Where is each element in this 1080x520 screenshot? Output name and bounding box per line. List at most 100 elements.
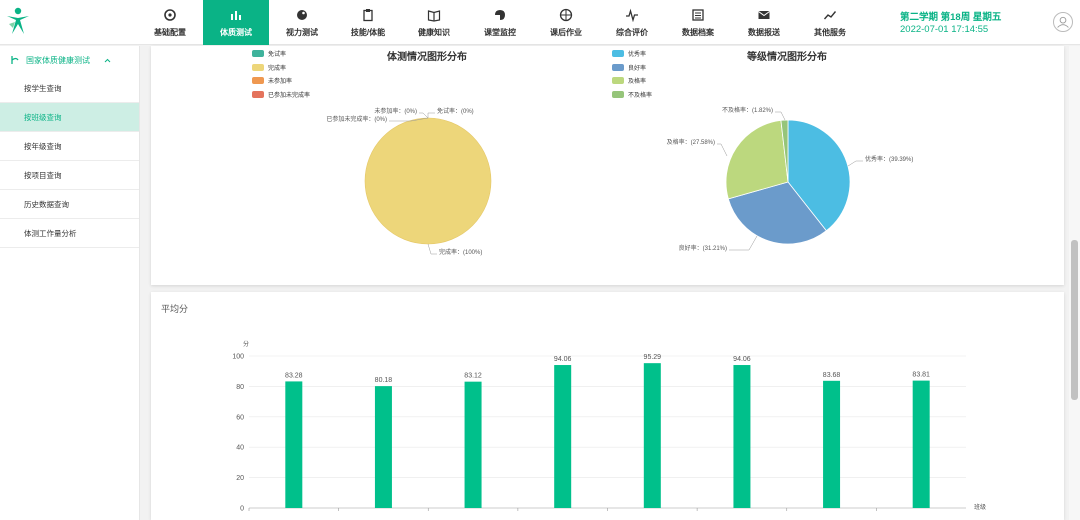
- pie-label-leader: [847, 160, 863, 167]
- sidebar-item-1[interactable]: 按班级查询: [0, 103, 139, 132]
- pie-data-label: 及格率：(27.58%): [667, 138, 715, 146]
- scrollbar-thumb[interactable]: [1071, 240, 1078, 400]
- sidebar-item-label: 历史数据查询: [24, 199, 69, 209]
- pie-data-label: 已参加未完成率：(0%): [326, 115, 387, 123]
- nav-item-4[interactable]: 健康知识: [401, 0, 467, 45]
- sidebar-item-0[interactable]: 按学生查询: [0, 74, 139, 103]
- pulse-icon: [625, 8, 639, 22]
- ball-icon: [559, 8, 573, 22]
- bar-value-label: 94.06: [733, 356, 751, 363]
- mail-icon: [757, 8, 771, 22]
- pie-slice[interactable]: [364, 117, 492, 245]
- y-tick-label: 0: [240, 506, 244, 513]
- nav-item-10[interactable]: 其他服务: [797, 0, 863, 45]
- nav-item-label: 数据档案: [682, 27, 714, 37]
- brand-logo: [7, 7, 29, 34]
- bar[interactable]: [643, 363, 661, 508]
- eye-icon: [295, 8, 309, 22]
- pie-label-leader: [427, 243, 437, 255]
- main-nav: 基础配置 体质测试 视力测试 技能/体能 健康知识 课堂监控 课后作业 综合评价 数据档案 数据报…: [137, 0, 863, 45]
- nav-item-label: 视力测试: [286, 27, 318, 37]
- sidebar-item-2[interactable]: 按年级查询: [0, 132, 139, 161]
- sidebar: 国家体质健康测试 按学生查询按班级查询按年级查询按项目查询历史数据查询 体测工作量…: [0, 46, 140, 520]
- datetime-display: 2022-07-01 17:14:55: [900, 24, 989, 35]
- bar[interactable]: [554, 365, 572, 508]
- bar[interactable]: [374, 386, 392, 508]
- sidebar-item-label: 按班级查询: [24, 112, 62, 122]
- trend-icon: [823, 8, 837, 22]
- y-tick-label: 60: [236, 414, 244, 421]
- clipboard-icon: [361, 8, 375, 22]
- nav-item-label: 其他服务: [814, 27, 846, 37]
- sidebar-section-label: 国家体质健康测试: [26, 55, 90, 65]
- bar-value-label: 95.29: [644, 354, 662, 361]
- y-tick-label: 20: [236, 475, 244, 482]
- pie-data-label: 优秀率：(39.39%): [865, 155, 913, 163]
- pie-data-label: 免试率：(0%): [437, 107, 474, 115]
- sidebar-item-3[interactable]: 按项目查询: [0, 161, 139, 190]
- y-tick-label: 40: [236, 445, 244, 452]
- page-scrollbar[interactable]: [1069, 46, 1080, 520]
- bar[interactable]: [823, 380, 841, 508]
- bar-value-label: 83.28: [285, 372, 303, 379]
- bar-chart-icon: [229, 8, 243, 22]
- y-tick-label: 80: [236, 384, 244, 391]
- sidebar-item-label: 按学生查询: [24, 83, 62, 93]
- bar[interactable]: [464, 381, 482, 508]
- archive-icon: [691, 8, 705, 22]
- distribution-panel: 体测情况图形分布 等级情况图形分布 免试率 完成率 未参加率 已参加未完成率 优秀率良…: [151, 46, 1064, 285]
- nav-item-label: 技能/体能: [350, 27, 386, 37]
- nav-item-label: 课堂监控: [484, 27, 516, 37]
- average-score-panel: 平均分 0 20 40 60 80 100 分班级 83.28 80.18 83.12 94.06 9…: [151, 292, 1064, 520]
- monitor-icon: [493, 8, 507, 22]
- nav-item-9[interactable]: 数据报送: [731, 0, 797, 45]
- sidebar-item-label: 体测工作量分析: [24, 228, 77, 238]
- nav-item-label: 健康知识: [418, 27, 450, 37]
- gear-icon: [163, 8, 177, 22]
- nav-item-1[interactable]: 体质测试: [203, 0, 269, 45]
- nav-item-label: 综合评价: [616, 27, 648, 37]
- sidebar-item-label: 按年级查询: [24, 141, 62, 151]
- nav-item-5[interactable]: 课堂监控: [467, 0, 533, 45]
- bar-value-label: 83.68: [823, 372, 841, 379]
- bar-value-label: 83.12: [464, 373, 482, 380]
- pie-data-label: 未参加率：(0%): [374, 107, 417, 115]
- bar-value-label: 94.06: [554, 356, 572, 363]
- nav-item-6[interactable]: 课后作业: [533, 0, 599, 45]
- pie-label-leader: [427, 112, 435, 118]
- pie-label-leader: [419, 112, 429, 119]
- y-axis-label: 分: [243, 340, 249, 348]
- nav-item-2[interactable]: 视力测试: [269, 0, 335, 45]
- pie-label-leader: [717, 143, 728, 157]
- nav-item-3[interactable]: 技能/体能: [335, 0, 401, 45]
- bar[interactable]: [912, 380, 930, 508]
- book-icon: [427, 8, 441, 22]
- top-navigation-bar: 基础配置 体质测试 视力测试 技能/体能 健康知识 课堂监控 课后作业 综合评价 数据档案 数据报…: [0, 0, 1080, 45]
- user-avatar-icon[interactable]: [1053, 12, 1073, 32]
- sidebar-item-5[interactable]: 体测工作量分析: [0, 219, 139, 248]
- pie-label-leader: [775, 111, 786, 121]
- nav-item-label: 数据报送: [748, 27, 780, 37]
- bar-value-label: 83.81: [912, 372, 930, 379]
- nav-item-8[interactable]: 数据档案: [665, 0, 731, 45]
- sidebar-item-4[interactable]: 历史数据查询: [0, 190, 139, 219]
- bar-value-label: 80.18: [375, 377, 393, 384]
- nav-item-7[interactable]: 综合评价: [599, 0, 665, 45]
- runner-icon: [11, 56, 19, 64]
- nav-item-label: 基础配置: [154, 27, 186, 37]
- x-axis-label: 班级: [974, 503, 986, 511]
- nav-item-label: 课后作业: [550, 27, 582, 37]
- bar[interactable]: [733, 365, 751, 508]
- bar[interactable]: [285, 381, 303, 508]
- nav-item-0[interactable]: 基础配置: [137, 0, 203, 45]
- term-week-display: 第二学期 第18周 星期五: [900, 12, 1002, 23]
- nav-item-label: 体质测试: [220, 27, 252, 37]
- pie-charts: 免试率：(0%) 未参加率：(0%)已参加未完成率：(0%) 完成率：(100%) 优…: [326, 106, 913, 256]
- pie-data-label: 完成率：(100%): [439, 248, 482, 256]
- average-score-bar-chart: 0 20 40 60 80 100 分班级 83.28 80.18 83.12 94.06 95.29…: [232, 340, 986, 513]
- y-tick-label: 100: [232, 354, 244, 361]
- pie-data-label: 良好率：(31.21%): [679, 244, 727, 252]
- sidebar-item-label: 按项目查询: [24, 170, 62, 180]
- sidebar-section-health-test[interactable]: 国家体质健康测试: [0, 46, 139, 74]
- pie-label-leader: [729, 235, 758, 251]
